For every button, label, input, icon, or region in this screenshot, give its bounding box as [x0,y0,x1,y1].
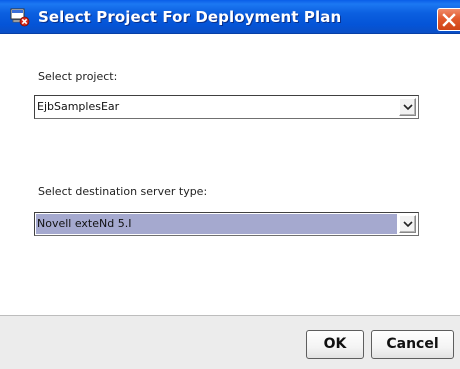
ok-button[interactable]: OK [306,330,364,359]
deployment-plan-dialog: Select Project For Deployment Plan Selec… [0,0,460,369]
dialog-title: Select Project For Deployment Plan [38,8,342,26]
chevron-down-icon [403,104,413,111]
project-select-value: EjbSamplesEar [37,100,120,113]
close-icon [442,13,456,27]
server-type-select[interactable]: Novell exteNd 5.I [34,212,419,236]
project-select[interactable]: EjbSamplesEar [34,95,419,119]
project-dropdown-button[interactable] [399,98,416,116]
server-type-dropdown-button[interactable] [399,215,416,233]
button-bar: OK Cancel [0,315,460,369]
chevron-down-icon [403,221,413,228]
server-type-select-value: Novell exteNd 5.I [37,217,132,230]
project-label: Select project: [38,70,118,83]
title-bar[interactable]: Select Project For Deployment Plan [0,0,460,34]
deploy-plan-icon [10,7,30,27]
server-type-label: Select destination server type: [38,185,208,198]
cancel-button[interactable]: Cancel [371,330,454,359]
close-button[interactable] [437,8,460,31]
